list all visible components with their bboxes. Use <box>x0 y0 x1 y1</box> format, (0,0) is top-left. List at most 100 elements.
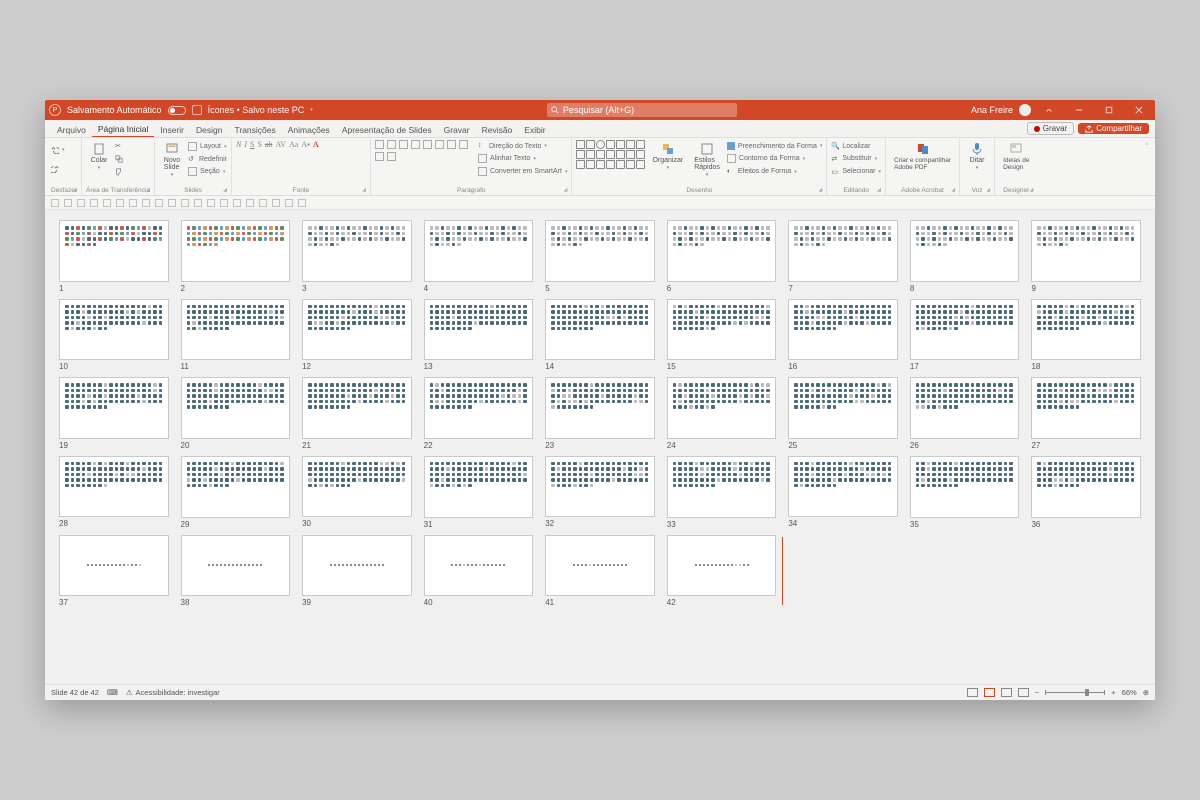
text-direction-button[interactable]: ↕Direção do Texto ▾ <box>478 141 567 151</box>
slide-thumb-33[interactable] <box>667 456 777 518</box>
qat-button[interactable] <box>168 199 176 207</box>
slide-thumb-15[interactable] <box>667 299 777 361</box>
qat-button[interactable] <box>155 199 163 207</box>
find-button[interactable]: 🔍Localizar <box>831 141 881 151</box>
convert-smartart-button[interactable]: Converter em SmartArt ▾ <box>478 166 567 177</box>
slide-thumb-4[interactable] <box>424 220 534 282</box>
zoom-out-button[interactable]: − <box>1035 688 1039 697</box>
qat-button[interactable] <box>207 199 215 207</box>
avatar[interactable] <box>1019 104 1031 116</box>
chevron-down-icon[interactable]: ▾ <box>310 107 313 113</box>
acrobat-button[interactable]: Criar e compartilhar Adobe PDF <box>890 140 955 173</box>
copy-button[interactable] <box>115 154 123 164</box>
slide-thumb-2[interactable] <box>181 220 291 282</box>
slide-thumb-40[interactable] <box>424 535 534 597</box>
slide-thumb-28[interactable] <box>59 456 169 518</box>
accessibility-button[interactable]: ⚠Acessibilidade: investigar <box>126 688 220 697</box>
slide-thumb-3[interactable] <box>302 220 412 282</box>
qat-button[interactable] <box>233 199 241 207</box>
shape-outline-button[interactable]: Contorno da Forma ▾ <box>727 153 823 164</box>
zoom-in-button[interactable]: + <box>1111 688 1115 697</box>
search-input[interactable]: Pesquisar (Alt+G) <box>547 103 737 117</box>
shape-gallery[interactable] <box>576 140 645 169</box>
quick-styles-button[interactable]: Estilos Rápidos▾ <box>690 140 724 180</box>
qat-button[interactable] <box>90 199 98 207</box>
qat-button[interactable] <box>298 199 306 207</box>
slide-thumb-14[interactable] <box>545 299 655 361</box>
slide-thumb-6[interactable] <box>667 220 777 282</box>
slide-thumb-31[interactable] <box>424 456 534 518</box>
slide-thumb-38[interactable] <box>181 535 291 597</box>
slide-thumb-17[interactable] <box>910 299 1020 361</box>
document-title[interactable]: Ícones • Salvo neste PC <box>208 105 305 115</box>
slide-thumb-37[interactable] <box>59 535 169 597</box>
slide-thumb-23[interactable] <box>545 377 655 439</box>
slide-thumb-21[interactable] <box>302 377 412 439</box>
slide-thumb-34[interactable] <box>788 456 898 518</box>
record-button[interactable]: Gravar <box>1027 122 1074 135</box>
redo-button[interactable] <box>51 164 65 174</box>
tab-inserir[interactable]: Inserir <box>154 123 190 137</box>
slide-thumb-9[interactable] <box>1031 220 1141 282</box>
ribbon-mode-icon[interactable] <box>1037 100 1061 120</box>
autosave-toggle[interactable] <box>168 106 186 115</box>
slide-thumb-19[interactable] <box>59 377 169 439</box>
slide-thumb-42[interactable] <box>667 535 777 597</box>
collapse-ribbon-button[interactable]: ⌃ <box>1141 138 1153 195</box>
qat-button[interactable] <box>103 199 111 207</box>
slide-thumb-35[interactable] <box>910 456 1020 518</box>
section-button[interactable]: Seção ▾ <box>188 166 227 177</box>
reading-view-button[interactable] <box>1001 688 1012 697</box>
slide-sorter-canvas[interactable]: 1234567891011121314151617181920212223242… <box>45 210 1155 684</box>
tab-animacoes[interactable]: Animações <box>282 123 336 137</box>
fit-to-window-button[interactable]: ⊕ <box>1143 688 1149 697</box>
qat-button[interactable] <box>142 199 150 207</box>
replace-button[interactable]: ⇄Substituir ▾ <box>831 154 881 164</box>
align-text-button[interactable]: Alinhar Texto ▾ <box>478 153 567 164</box>
shape-fill-button[interactable]: Preenchimento da Forma ▾ <box>727 141 823 151</box>
tab-design[interactable]: Design <box>190 123 228 137</box>
slide-sorter-view-button[interactable] <box>984 688 995 697</box>
qat-button[interactable] <box>246 199 254 207</box>
shape-effects-button[interactable]: ◐Efeitos de Forma ▾ <box>727 167 823 177</box>
slide-thumb-12[interactable] <box>302 299 412 361</box>
paragraph-controls[interactable] <box>375 140 475 161</box>
slide-thumb-1[interactable] <box>59 220 169 282</box>
new-slide-button[interactable]: Novo Slide▾ <box>159 140 185 180</box>
slide-thumb-10[interactable] <box>59 299 169 361</box>
close-button[interactable] <box>1127 100 1151 120</box>
slide-thumb-22[interactable] <box>424 377 534 439</box>
tab-gravar[interactable]: Gravar <box>438 123 476 137</box>
slide-thumb-24[interactable] <box>667 377 777 439</box>
slide-thumb-20[interactable] <box>181 377 291 439</box>
cut-button[interactable]: ✂ <box>115 141 123 151</box>
slide-thumb-27[interactable] <box>1031 377 1141 439</box>
qat-button[interactable] <box>259 199 267 207</box>
reset-button[interactable]: ↺Redefinir <box>188 154 227 164</box>
slide-thumb-41[interactable] <box>545 535 655 597</box>
minimize-button[interactable] <box>1067 100 1091 120</box>
slide-thumb-11[interactable] <box>181 299 291 361</box>
tab-apresentacao[interactable]: Apresentação de Slides <box>336 123 438 137</box>
user-name[interactable]: Ana Freire <box>971 105 1013 115</box>
slide-thumb-8[interactable] <box>910 220 1020 282</box>
slide-thumb-18[interactable] <box>1031 299 1141 361</box>
maximize-button[interactable] <box>1097 100 1121 120</box>
select-button[interactable]: ▭Selecionar ▾ <box>831 167 881 177</box>
zoom-value[interactable]: 66% <box>1122 688 1137 697</box>
slide-thumb-26[interactable] <box>910 377 1020 439</box>
slide-thumb-5[interactable] <box>545 220 655 282</box>
share-button[interactable]: Compartilhar <box>1078 123 1149 134</box>
slide-thumb-16[interactable] <box>788 299 898 361</box>
slide-thumb-25[interactable] <box>788 377 898 439</box>
slide-thumb-39[interactable] <box>302 535 412 597</box>
qat-button[interactable] <box>64 199 72 207</box>
qat-button[interactable] <box>285 199 293 207</box>
zoom-slider[interactable] <box>1045 692 1105 693</box>
design-ideas-button[interactable]: Ideias de Design <box>999 140 1033 173</box>
qat-button[interactable] <box>272 199 280 207</box>
qat-button[interactable] <box>51 199 59 207</box>
undo-button[interactable]: ▾ <box>51 145 65 155</box>
slideshow-view-button[interactable] <box>1018 688 1029 697</box>
font-controls[interactable]: NISSabAVAaA▪A <box>236 140 366 149</box>
